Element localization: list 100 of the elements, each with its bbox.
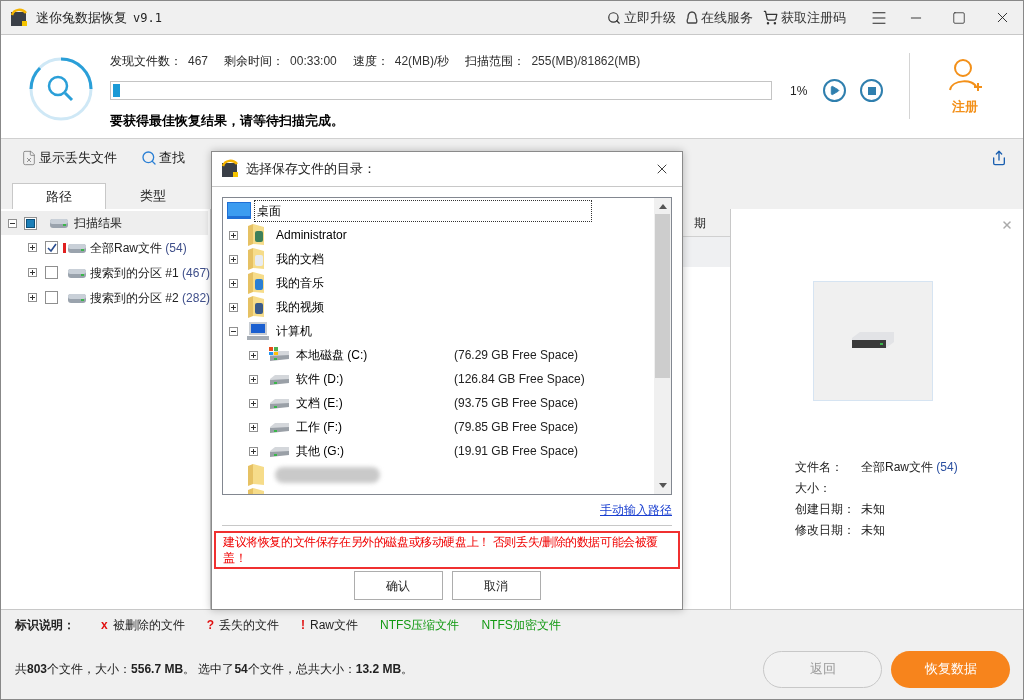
key-search-icon bbox=[607, 10, 621, 25]
expand-toggle[interactable] bbox=[28, 243, 37, 252]
free-space-text: (76.29 GB Free Space) bbox=[454, 347, 579, 364]
expand-toggle[interactable] bbox=[229, 278, 238, 288]
tab[interactable]: 类型 bbox=[106, 183, 200, 209]
legend-mark: x bbox=[101, 616, 108, 634]
toolbar-button[interactable]: 显示丢失文件 bbox=[21, 148, 117, 168]
play-button[interactable] bbox=[823, 79, 847, 102]
folder-item[interactable]: 工作 (F:) bbox=[294, 418, 344, 436]
header-link[interactable]: 立即升级 bbox=[607, 7, 676, 28]
checkbox[interactable] bbox=[24, 216, 37, 230]
computer-icon bbox=[247, 321, 269, 341]
checkbox[interactable] bbox=[45, 241, 58, 254]
progress-percent: 1% bbox=[790, 82, 808, 100]
user-folder-icon bbox=[247, 224, 265, 246]
field-value: 全部Raw文件 (54) bbox=[861, 458, 958, 476]
stat-label: 速度： bbox=[352, 53, 389, 70]
folder-item[interactable]: 本地磁盘 (C:) bbox=[294, 346, 370, 364]
stat-label: 剩余时间： bbox=[224, 53, 285, 70]
desktop-icon bbox=[227, 202, 251, 220]
file-x-icon bbox=[21, 150, 37, 166]
toolbar-button[interactable]: 查找 bbox=[141, 148, 185, 168]
expand-toggle[interactable] bbox=[229, 302, 238, 312]
legend-label: NTFS压缩文件 bbox=[380, 616, 460, 634]
tree-item[interactable]: 扫描结果 bbox=[74, 214, 122, 232]
stop-icon bbox=[867, 86, 876, 95]
search-icon bbox=[141, 150, 157, 166]
expand-toggle[interactable] bbox=[249, 422, 258, 432]
expand-toggle[interactable] bbox=[229, 230, 238, 240]
cancel-button[interactable]: 取消 bbox=[451, 571, 541, 600]
field-value: 未知 bbox=[861, 500, 885, 518]
document-folder-icon bbox=[247, 248, 265, 270]
expand-toggle[interactable] bbox=[249, 446, 258, 456]
legend-label: NTFS加密文件 bbox=[481, 616, 561, 634]
legend-title: 标识说明： bbox=[15, 616, 75, 634]
field-label: 大小： bbox=[795, 479, 832, 497]
legend-label: Raw文件 bbox=[310, 616, 359, 634]
play-icon bbox=[829, 85, 841, 96]
header-link[interactable]: 在线服务 bbox=[686, 7, 753, 28]
stat-value: 467 bbox=[188, 53, 209, 70]
expand-toggle[interactable] bbox=[28, 268, 37, 277]
expand-toggle[interactable] bbox=[249, 350, 258, 360]
folder-item[interactable]: Administrator bbox=[274, 226, 349, 244]
field-label: 创建日期： bbox=[795, 500, 856, 518]
scroll-down-icon[interactable] bbox=[658, 483, 667, 488]
free-space-text: (19.91 GB Free Space) bbox=[454, 443, 579, 460]
tab[interactable]: 路径 bbox=[12, 183, 106, 209]
penguin-icon bbox=[686, 10, 698, 25]
folder-item[interactable]: 桌面 bbox=[254, 200, 592, 222]
raw-drive-icon bbox=[63, 240, 87, 255]
tree-item[interactable]: 全部Raw文件 (54) bbox=[90, 238, 187, 257]
stat-value: 42(MB)/秒 bbox=[394, 53, 450, 70]
legend-mark: ? bbox=[206, 616, 215, 634]
window-title: 迷你兔数据恢复 bbox=[36, 8, 127, 27]
folder-item[interactable]: 我的视频 bbox=[274, 298, 326, 316]
field-label: 修改日期： bbox=[795, 521, 856, 539]
cart-icon bbox=[763, 10, 778, 25]
expand-toggle[interactable] bbox=[249, 398, 258, 408]
tree-item[interactable]: 搜索到的分区 #2 (282) bbox=[90, 288, 211, 307]
app-logo-icon bbox=[9, 7, 29, 28]
scan-icon bbox=[28, 56, 94, 122]
free-space-text: (79.85 GB Free Space) bbox=[454, 419, 579, 436]
stat-label: 发现文件数： bbox=[110, 53, 182, 70]
checkbox[interactable] bbox=[45, 266, 58, 279]
warning-text: 建议将恢复的文件保存在另外的磁盘或移动硬盘上！ 否则丢失/删除的数据可能会被覆盖！ bbox=[214, 531, 680, 569]
header-link[interactable]: 获取注册码 bbox=[763, 7, 846, 28]
scan-hint: 要获得最佳恢复结果，请等待扫描完成。 bbox=[110, 112, 345, 130]
expand-toggle[interactable] bbox=[229, 254, 238, 264]
expand-toggle[interactable] bbox=[28, 293, 37, 302]
folder-item[interactable]: 我的文档 bbox=[274, 250, 326, 268]
tree-item[interactable]: 搜索到的分区 #1 (467) bbox=[90, 263, 211, 282]
export-icon[interactable] bbox=[991, 150, 1007, 166]
folder-item[interactable]: 计算机 bbox=[274, 322, 314, 340]
manual-path-link[interactable]: 手动输入路径 bbox=[600, 501, 672, 519]
checkbox[interactable] bbox=[45, 291, 58, 304]
folder-item[interactable]: 我的音乐 bbox=[274, 274, 326, 292]
stat-label: 扫描范围： bbox=[465, 53, 526, 70]
expand-toggle[interactable] bbox=[249, 374, 258, 384]
add-user-icon bbox=[948, 57, 983, 93]
free-space-text: (93.75 GB Free Space) bbox=[454, 395, 579, 412]
folder-item[interactable]: 软件 (D:) bbox=[294, 370, 346, 388]
folder-item[interactable]: 文档 (E:) bbox=[294, 394, 345, 412]
field-label: 文件名： bbox=[795, 458, 844, 476]
scrollbar[interactable] bbox=[654, 198, 671, 494]
stat-value: 00:33:00 bbox=[290, 53, 337, 70]
music-folder-icon bbox=[247, 272, 265, 294]
collapse-toggle[interactable] bbox=[229, 326, 238, 336]
dialog-title: 选择保存文件的目录： bbox=[246, 160, 376, 179]
field-value: 未知 bbox=[861, 521, 885, 539]
legend-label: 被删除的文件 bbox=[112, 616, 185, 634]
folder-item[interactable]: 其他 (G:) bbox=[294, 442, 346, 460]
maximize-icon[interactable] bbox=[952, 10, 966, 25]
stat-value: 255(MB)/81862(MB) bbox=[531, 53, 641, 70]
free-space-text: (126.84 GB Free Space) bbox=[454, 371, 585, 388]
collapse-toggle[interactable] bbox=[8, 218, 17, 228]
status-text: 共803个文件，大小：556.7 MB。 选中了54个文件，总共大小：13.2 MB。 bbox=[15, 661, 414, 678]
legend-mark: ! bbox=[301, 616, 306, 634]
confirm-button[interactable]: 确认 bbox=[353, 571, 443, 600]
version-label: v9.1 bbox=[133, 9, 162, 27]
stop-button[interactable] bbox=[860, 79, 884, 102]
